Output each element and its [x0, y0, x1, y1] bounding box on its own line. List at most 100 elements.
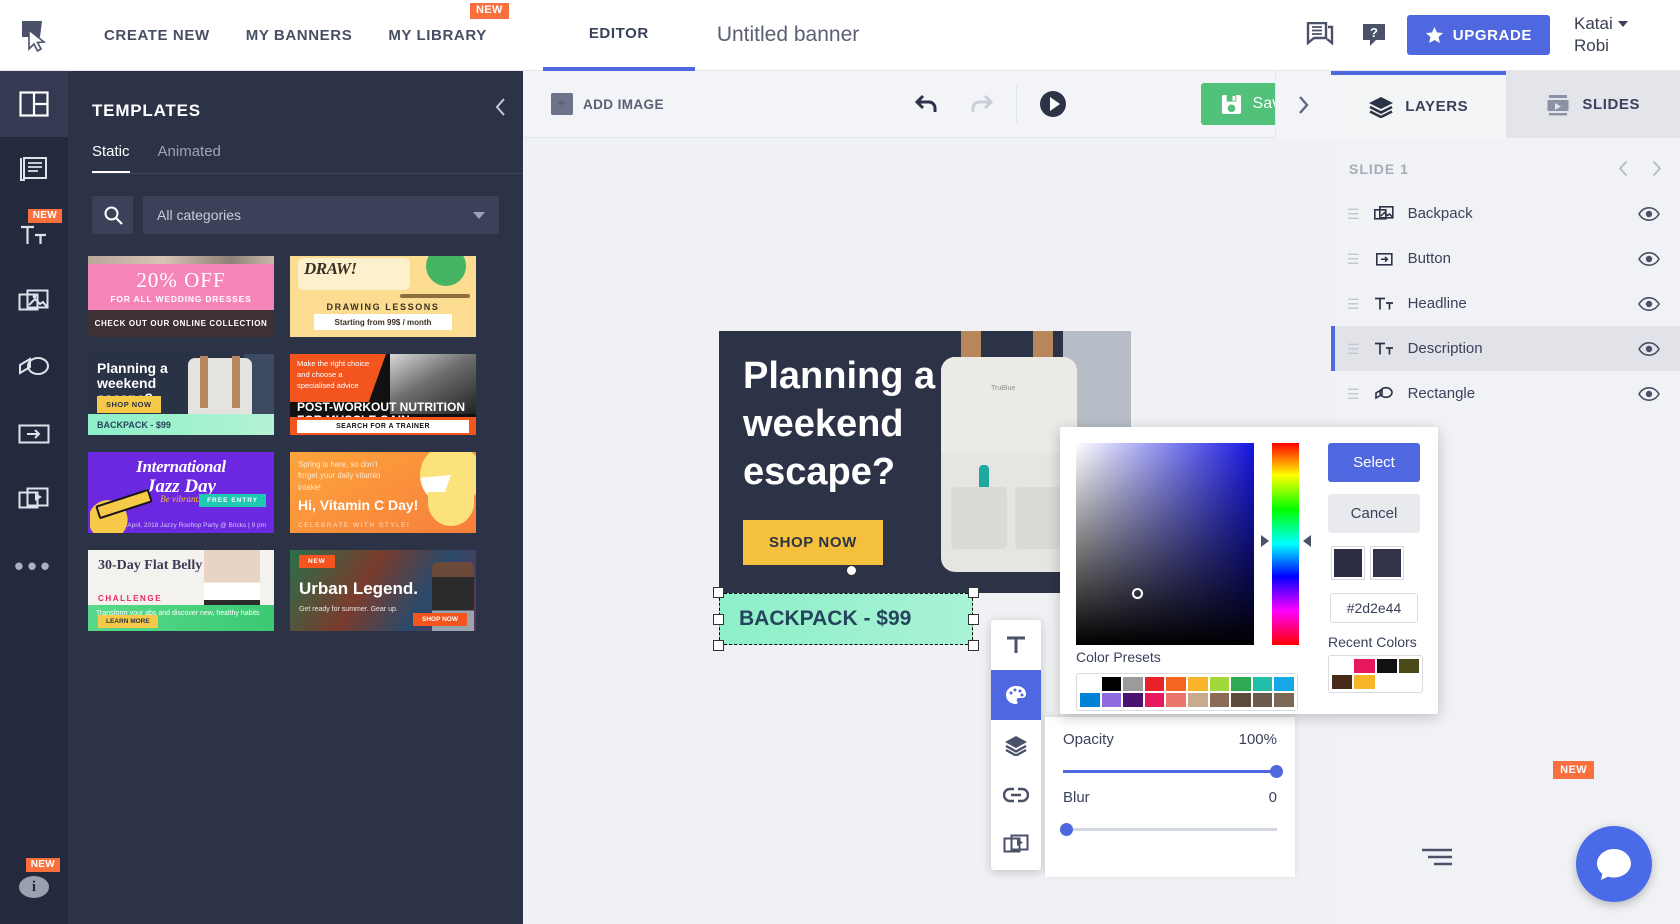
upgrade-button[interactable]: UPGRADE — [1406, 15, 1550, 55]
recent-swatch[interactable] — [1398, 675, 1419, 689]
recent-swatch[interactable] — [1354, 675, 1375, 689]
undo-button[interactable] — [914, 93, 942, 115]
preset-swatch[interactable] — [1231, 693, 1251, 707]
preset-swatch[interactable] — [1123, 677, 1143, 691]
expand-right-panel-button[interactable] — [1275, 71, 1331, 138]
layer-visibility-toggle[interactable] — [1638, 251, 1660, 266]
rail-info-button[interactable]: NEW i — [0, 858, 68, 914]
rail-item-video[interactable] — [0, 467, 68, 533]
canvas-headline[interactable]: Planning a weekend escape? — [743, 353, 973, 497]
preset-swatch[interactable] — [1080, 693, 1100, 707]
preset-swatch[interactable] — [1209, 677, 1230, 691]
layer-visibility-toggle[interactable] — [1638, 386, 1660, 401]
rail-item-button[interactable] — [0, 401, 68, 467]
preset-swatch[interactable] — [1166, 677, 1186, 691]
help-button[interactable]: ? — [1347, 0, 1401, 71]
recent-swatch[interactable] — [1354, 659, 1375, 673]
template-card[interactable]: Planning a weekend escape? SHOP NOW BACK… — [88, 354, 274, 435]
tab-layers[interactable]: LAYERS — [1331, 71, 1506, 138]
layer-visibility-toggle[interactable] — [1638, 206, 1660, 221]
search-button[interactable] — [92, 196, 133, 234]
layer-row-button[interactable]: ☰ Button — [1331, 236, 1680, 281]
rail-item-text-block[interactable] — [0, 137, 68, 203]
preset-swatch[interactable] — [1274, 677, 1294, 691]
recent-swatch[interactable] — [1332, 675, 1353, 689]
rail-item-image[interactable] — [0, 269, 68, 335]
color-select-button[interactable]: Select — [1328, 443, 1420, 482]
banner-title-input[interactable]: Untitled banner — [717, 23, 859, 47]
sv-cursor-handle[interactable] — [1132, 588, 1143, 599]
preset-swatch[interactable] — [1188, 677, 1208, 691]
canvas-cta-button[interactable]: SHOP NOW — [743, 520, 883, 565]
preset-swatch[interactable] — [1188, 693, 1208, 707]
element-tool-link[interactable] — [991, 770, 1041, 820]
rail-item-more[interactable]: ••• — [0, 533, 68, 599]
preset-swatch[interactable] — [1080, 677, 1100, 691]
preset-swatch[interactable] — [1101, 677, 1122, 691]
slide-next-button[interactable] — [1651, 160, 1662, 177]
preset-swatch[interactable] — [1101, 693, 1122, 707]
template-card[interactable]: International Jazz Day Be vibrant. Celeb… — [88, 452, 274, 533]
layer-visibility-toggle[interactable] — [1638, 296, 1660, 311]
preset-swatch[interactable] — [1166, 693, 1186, 707]
templates-collapse-button[interactable] — [494, 97, 507, 117]
add-image-button[interactable]: + ADD IMAGE — [551, 93, 664, 115]
tab-editor[interactable]: EDITOR — [542, 0, 695, 71]
redo-button[interactable] — [966, 93, 994, 115]
rail-item-layout[interactable] — [0, 71, 68, 137]
recent-swatch[interactable] — [1332, 659, 1353, 673]
drag-handle-icon[interactable]: ☰ — [1347, 207, 1360, 221]
category-select[interactable]: All categories — [143, 196, 499, 234]
preset-swatch[interactable] — [1252, 693, 1273, 707]
hex-input[interactable]: #2d2e44 — [1330, 593, 1418, 623]
layer-row-description[interactable]: ☰ Description — [1331, 326, 1680, 371]
drag-handle-icon[interactable]: ☰ — [1347, 252, 1360, 266]
drag-handle-icon[interactable]: ☰ — [1347, 387, 1360, 401]
user-menu[interactable]: Katai Robi — [1574, 13, 1666, 58]
preset-swatch[interactable] — [1231, 677, 1251, 691]
saturation-value-area[interactable] — [1076, 443, 1254, 645]
color-cancel-button[interactable]: Cancel — [1328, 494, 1420, 533]
rotate-handle[interactable] — [846, 565, 857, 576]
template-card[interactable]: Make the right choice and choose a speci… — [290, 354, 476, 435]
preset-swatch[interactable] — [1274, 693, 1294, 707]
preset-swatch[interactable] — [1144, 693, 1165, 707]
preset-swatch[interactable] — [1144, 677, 1165, 691]
layer-row-rectangle[interactable]: ☰ Rectangle — [1331, 371, 1680, 416]
layer-row-backpack[interactable]: ☰ Backpack — [1331, 191, 1680, 236]
feedback-button[interactable] — [1293, 0, 1347, 71]
resize-handle[interactable] — [968, 640, 979, 651]
slide-prev-button[interactable] — [1618, 160, 1629, 177]
recent-swatch[interactable] — [1398, 659, 1419, 673]
template-card[interactable]: 20% OFF FOR ALL WEDDING DRESSES CHECK OU… — [88, 256, 274, 337]
resize-handle[interactable] — [968, 614, 979, 625]
template-card[interactable]: Spring is here, so don't forget your dai… — [290, 452, 476, 533]
align-tool-button[interactable] — [1331, 782, 1543, 924]
layer-visibility-toggle[interactable] — [1638, 341, 1660, 356]
resize-handle[interactable] — [713, 640, 724, 651]
rail-item-text-tool[interactable]: NEW — [0, 203, 68, 269]
app-logo[interactable] — [0, 0, 68, 71]
resize-handle[interactable] — [713, 614, 724, 625]
resize-handle[interactable] — [968, 587, 979, 598]
preset-swatch[interactable] — [1209, 693, 1230, 707]
rail-item-shape[interactable] — [0, 335, 68, 401]
tab-slides[interactable]: SLIDES — [1505, 71, 1680, 138]
recent-swatch[interactable] — [1376, 675, 1397, 689]
blur-slider[interactable] — [1060, 823, 1277, 836]
resize-handle[interactable] — [713, 587, 724, 598]
current-color-swatch[interactable] — [1332, 547, 1364, 579]
drag-handle-icon[interactable]: ☰ — [1347, 297, 1360, 311]
previous-color-swatch[interactable] — [1371, 547, 1403, 579]
element-tool-animation[interactable] — [991, 820, 1041, 870]
element-tool-text[interactable] — [991, 620, 1041, 670]
canvas-description-element[interactable]: BACKPACK - $99 — [713, 565, 979, 651]
template-card[interactable]: DRAW! DRAWING LESSONS Starting from 99$ … — [290, 256, 476, 337]
nav-my-library[interactable]: NEW MY LIBRARY — [388, 2, 509, 44]
template-card[interactable]: 30-Day Flat Belly CHALLENGE Transform yo… — [88, 550, 274, 631]
recent-swatch[interactable] — [1376, 659, 1397, 673]
element-tool-layers[interactable] — [991, 720, 1041, 770]
layer-row-headline[interactable]: ☰ Headline — [1331, 281, 1680, 326]
hue-slider[interactable] — [1272, 443, 1299, 645]
support-chat-button[interactable] — [1576, 826, 1652, 902]
